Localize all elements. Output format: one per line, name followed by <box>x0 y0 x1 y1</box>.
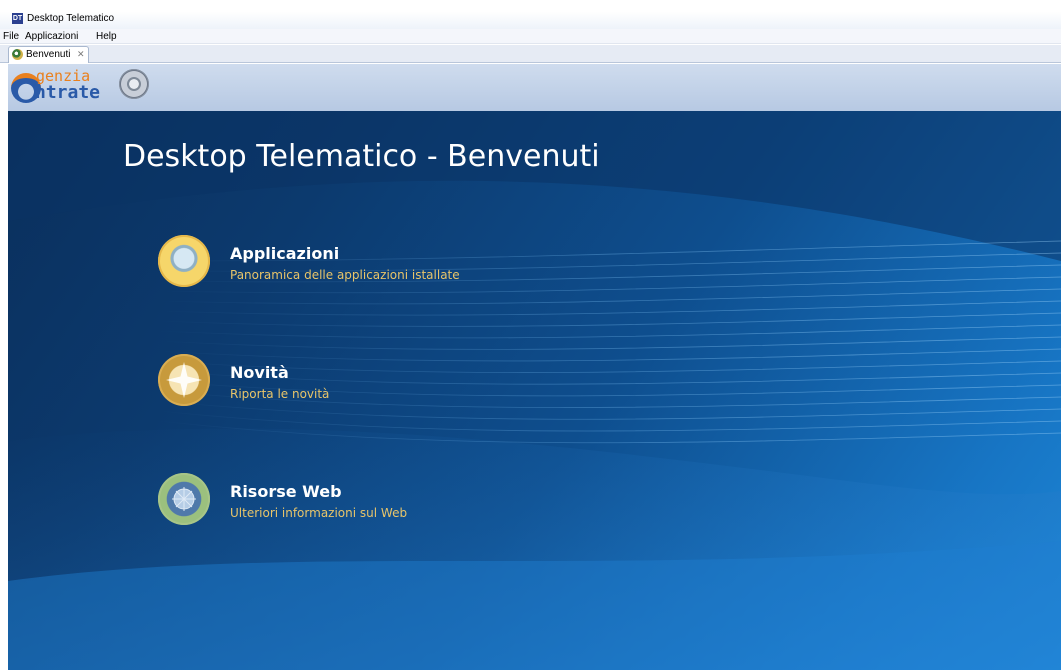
entry-applicazioni[interactable]: Applicazioni Panoramica delle applicazio… <box>158 235 578 291</box>
menu-help[interactable]: Help <box>96 29 117 44</box>
entry-risorse-web[interactable]: Risorse Web Ulteriori informazioni sul W… <box>158 473 578 529</box>
star-icon[interactable] <box>158 354 210 406</box>
window-title: Desktop Telematico <box>27 13 115 24</box>
entry-title[interactable]: Risorse Web <box>230 482 342 502</box>
header-banner: genzia ntrate <box>8 64 1061 111</box>
entry-title[interactable]: Novità <box>230 363 289 383</box>
logo-text-line2: ntrate <box>35 82 101 103</box>
entry-title[interactable]: Applicazioni <box>230 244 339 264</box>
entry-novita[interactable]: Novità Riporta le novità <box>158 354 578 410</box>
close-icon[interactable]: ✕ <box>77 47 85 62</box>
entry-description: Riporta le novità <box>230 387 330 401</box>
welcome-panel: Desktop Telematico - Benvenuti Applicazi… <box>8 111 1061 670</box>
tab-benvenuti[interactable]: Benvenuti ✕ <box>8 46 89 63</box>
window-title-bar: DT Desktop Telematico <box>0 0 1061 29</box>
tab-label: Benvenuti <box>26 49 71 60</box>
agency-emblem-icon <box>12 49 23 60</box>
app-icon: DT <box>12 13 23 24</box>
agenzia-entrate-logo: genzia ntrate <box>10 66 150 108</box>
entry-description: Panoramica delle applicazioni istallate <box>230 268 460 282</box>
globe-icon[interactable] <box>158 235 210 287</box>
star-icon-glyph <box>166 362 202 398</box>
web-icon[interactable] <box>158 473 210 525</box>
page-title: Desktop Telematico - Benvenuti <box>123 139 600 174</box>
menu-file[interactable]: File <box>3 29 19 44</box>
web-icon-glyph <box>172 487 196 511</box>
editor-tab-strip: Benvenuti ✕ <box>0 45 1061 63</box>
menu-applicazioni[interactable]: Applicazioni <box>25 29 78 44</box>
republic-emblem-icon <box>119 69 149 99</box>
entry-description: Ulteriori informazioni sul Web <box>230 506 408 520</box>
menu-bar: File Applicazioni Help <box>0 29 1061 44</box>
